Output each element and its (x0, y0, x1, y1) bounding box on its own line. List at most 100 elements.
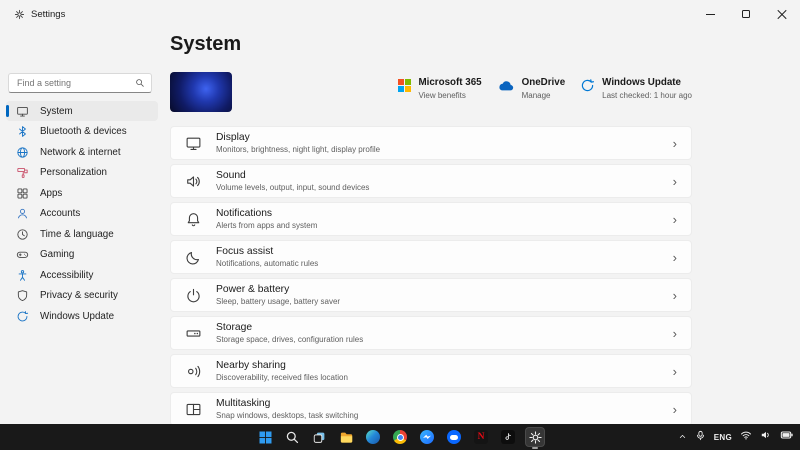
search-input[interactable] (9, 78, 135, 88)
setting-label: Storage (216, 322, 363, 333)
shield-icon (16, 289, 29, 302)
sidebar-item-label: Apps (40, 188, 62, 199)
volume-icon[interactable] (760, 428, 772, 446)
status-card-subtitle[interactable]: View benefits (418, 91, 481, 100)
accessibility-person-icon (16, 269, 29, 282)
apps-grid-icon (16, 187, 29, 200)
device-thumbnail (170, 72, 232, 112)
netflix-icon: N (474, 430, 488, 444)
status-card-windows-update[interactable]: Windows Update Last checked: 1 hour ago (580, 77, 692, 100)
status-card-title: Windows Update (602, 77, 692, 88)
task-view-icon (312, 430, 327, 445)
chrome-button[interactable] (390, 427, 410, 447)
sidebar-item-accounts[interactable]: Accounts (6, 204, 158, 224)
setting-row-display[interactable]: Display Monitors, brightness, night ligh… (170, 126, 692, 160)
storage-drive-icon (185, 325, 202, 342)
chevron-right-icon: › (673, 365, 677, 378)
language-indicator[interactable]: ENG (714, 433, 732, 442)
netflix-button[interactable]: N (471, 427, 491, 447)
battery-icon[interactable] (780, 428, 794, 446)
sidebar-item-accessibility[interactable]: Accessibility (6, 265, 158, 285)
sidebar-item-network-internet[interactable]: Network & internet (6, 142, 158, 162)
sidebar-item-label: Time & language (40, 229, 114, 240)
zalo-button[interactable] (444, 427, 464, 447)
setting-row-power-battery[interactable]: Power & battery Sleep, battery usage, ba… (170, 278, 692, 312)
sidebar-item-label: System (40, 106, 73, 117)
setting-label: Display (216, 132, 380, 143)
wifi-icon[interactable] (740, 428, 752, 446)
minimize-icon (706, 14, 715, 15)
setting-label: Power & battery (216, 284, 340, 295)
multitasking-icon (185, 401, 202, 418)
settings-window: Settings System Bluetooth & devices Ne (0, 0, 800, 450)
setting-description: Discoverability, received files location (216, 373, 348, 382)
globe-icon (16, 146, 29, 159)
tray-chevron-up-icon[interactable] (678, 428, 687, 446)
start-icon (258, 430, 273, 445)
setting-label: Focus assist (216, 246, 318, 257)
system-icon (16, 105, 29, 118)
setting-description: Sleep, battery usage, battery saver (216, 297, 340, 306)
status-card-subtitle: Last checked: 1 hour ago (602, 91, 692, 100)
close-button[interactable] (764, 0, 800, 28)
setting-row-focus-assist[interactable]: Focus assist Notifications, automatic ru… (170, 240, 692, 274)
sidebar-item-time-language[interactable]: Time & language (6, 224, 158, 244)
window-controls (692, 0, 800, 28)
bell-icon (185, 211, 202, 228)
settings-list: Display Monitors, brightness, night ligh… (170, 126, 692, 424)
settings-taskbar-button[interactable] (525, 427, 545, 447)
nearby-sharing-icon (185, 363, 202, 380)
sidebar-item-label: Network & internet (40, 147, 121, 158)
sidebar-item-personalization[interactable]: Personalization (6, 163, 158, 183)
taskbar-search-button[interactable] (282, 427, 302, 447)
sidebar-item-bluetooth-devices[interactable]: Bluetooth & devices (6, 122, 158, 142)
chevron-right-icon: › (673, 213, 677, 226)
setting-row-storage[interactable]: Storage Storage space, drives, configura… (170, 316, 692, 350)
page-title: System (170, 33, 692, 56)
sidebar-item-gaming[interactable]: Gaming (6, 245, 158, 265)
chevron-right-icon: › (673, 251, 677, 264)
sidebar-item-label: Accessibility (40, 270, 93, 281)
setting-description: Monitors, brightness, night light, displ… (216, 145, 380, 154)
start-button[interactable] (255, 427, 275, 447)
status-card-onedrive[interactable]: OneDrive Manage (497, 77, 566, 100)
chevron-right-icon: › (673, 137, 677, 150)
clock-icon (16, 228, 29, 241)
device-header: Microsoft 365 View benefits OneDrive Man… (170, 72, 692, 112)
sidebar-item-apps[interactable]: Apps (6, 183, 158, 203)
minimize-button[interactable] (692, 0, 728, 28)
setting-label: Notifications (216, 208, 317, 219)
setting-row-nearby-sharing[interactable]: Nearby sharing Discoverability, received… (170, 354, 692, 388)
setting-row-multitasking[interactable]: Multitasking Snap windows, desktops, tas… (170, 392, 692, 424)
tiktok-button[interactable] (498, 427, 518, 447)
setting-label: Multitasking (216, 398, 358, 409)
edge-button[interactable] (363, 427, 383, 447)
microphone-icon[interactable] (695, 428, 706, 446)
sidebar: System Bluetooth & devices Network & int… (0, 28, 164, 424)
maximize-icon (742, 10, 750, 18)
search-icon (135, 78, 145, 88)
setting-row-notifications[interactable]: Notifications Alerts from apps and syste… (170, 202, 692, 236)
sidebar-item-system[interactable]: System (6, 101, 158, 121)
sidebar-item-label: Windows Update (40, 311, 114, 322)
sidebar-item-label: Privacy & security (40, 290, 118, 301)
setting-description: Alerts from apps and system (216, 221, 317, 230)
sidebar-item-privacy-security[interactable]: Privacy & security (6, 286, 158, 306)
search-box[interactable] (8, 73, 152, 93)
close-icon (777, 9, 788, 20)
sidebar-item-windows-update[interactable]: Windows Update (6, 306, 158, 326)
status-card-microsoft-365[interactable]: Microsoft 365 View benefits (398, 77, 481, 100)
setting-label: Nearby sharing (216, 360, 348, 371)
edge-icon (366, 430, 380, 444)
file-explorer-button[interactable] (336, 427, 356, 447)
messenger-button[interactable] (417, 427, 437, 447)
status-card-subtitle[interactable]: Manage (522, 91, 566, 100)
windows-update-icon (580, 78, 595, 93)
sidebar-item-label: Bluetooth & devices (40, 126, 127, 137)
setting-row-sound[interactable]: Sound Volume levels, output, input, soun… (170, 164, 692, 198)
task-view-button[interactable] (309, 427, 329, 447)
display-icon (185, 135, 202, 152)
status-card-title: OneDrive (522, 77, 566, 88)
maximize-button[interactable] (728, 0, 764, 28)
window-title: Settings (31, 9, 65, 20)
